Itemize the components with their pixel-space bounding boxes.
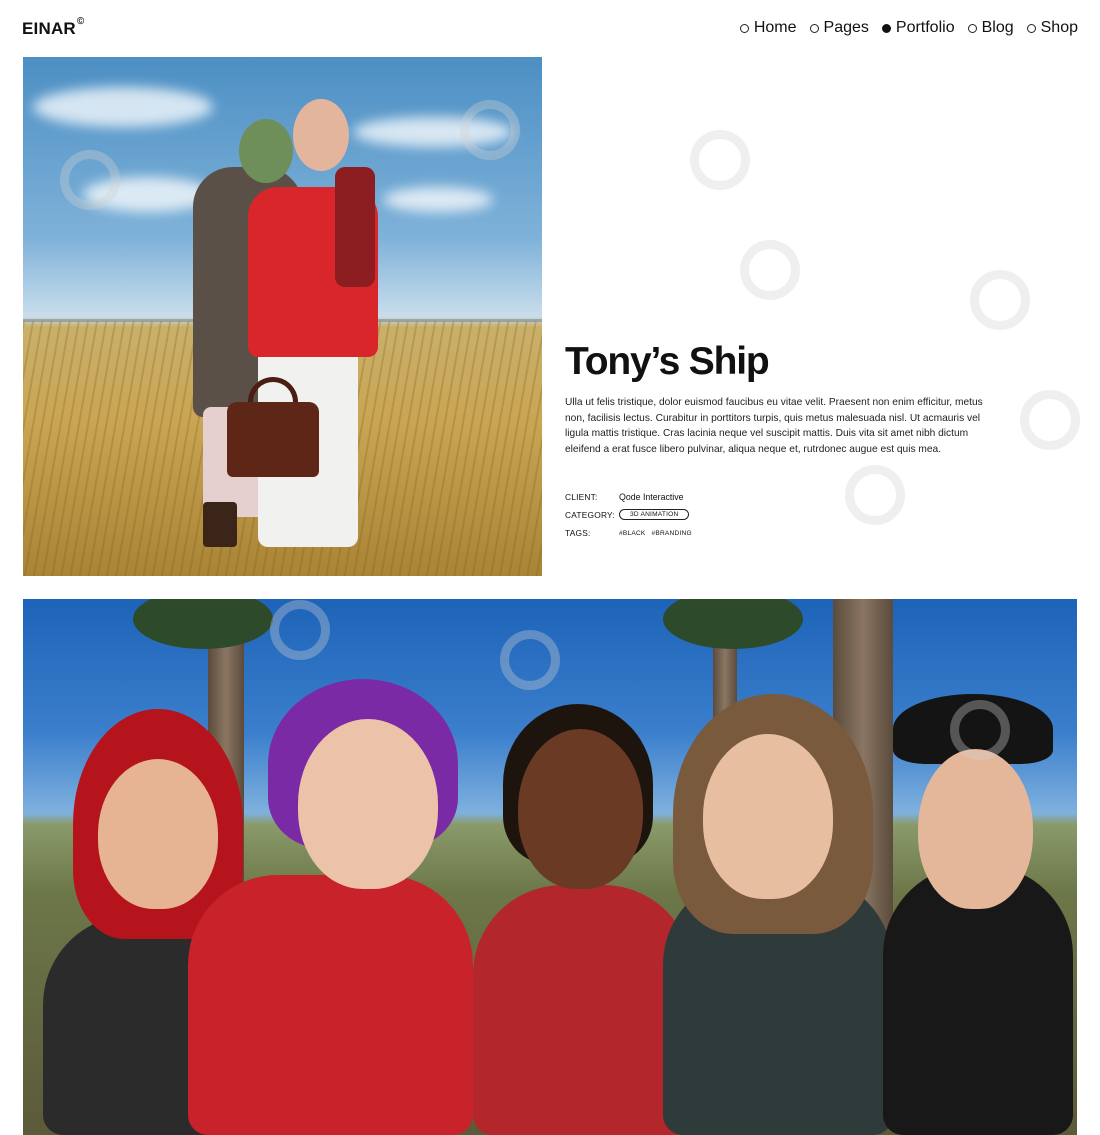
project-title: Tony’s Ship [565, 340, 770, 383]
nav-label: Shop [1040, 19, 1078, 36]
person-3-body [473, 885, 693, 1135]
nav-item-shop[interactable]: Shop [1026, 19, 1078, 37]
meta-client: CLIENT: Qode Interactive [565, 492, 684, 502]
nav-item-blog[interactable]: Blog [967, 19, 1014, 37]
tag-list: #BLACK #BRANDING [619, 530, 692, 537]
meta-category: CATEGORY: 3D ANIMATION [565, 509, 690, 520]
nav-item-home[interactable]: Home [739, 19, 797, 37]
figure-woman-boot [203, 502, 237, 547]
watermark-logo [1020, 390, 1080, 450]
logo-text: EINAR [22, 19, 76, 38]
nav-bullet-active-icon [881, 23, 891, 33]
cloud-shape [383, 187, 493, 212]
watermark-logo [970, 270, 1030, 330]
palm-crown [133, 599, 273, 649]
person-3-face [518, 729, 643, 889]
figure-scarf [335, 167, 375, 287]
meta-category-label: CATEGORY: [565, 509, 615, 520]
person-2-body [188, 875, 473, 1135]
watermark-logo [460, 100, 520, 160]
tag-link[interactable]: #BRANDING [652, 530, 692, 537]
person-2-face [298, 719, 438, 889]
nav-item-portfolio[interactable]: Portfolio [881, 19, 955, 37]
watermark-logo [60, 150, 120, 210]
nav-bullet-icon [809, 23, 819, 33]
nav-label: Portfolio [895, 19, 955, 36]
watermark-logo [845, 465, 905, 525]
figure-man-head [293, 99, 349, 171]
logo-mark: © [76, 16, 85, 28]
site-logo[interactable]: EINAR© [22, 16, 85, 39]
cloud-shape [33, 87, 213, 127]
watermark-logo [740, 240, 800, 300]
nav-label: Home [753, 19, 797, 36]
watermark-logo [500, 630, 560, 690]
palm-crown [663, 599, 803, 649]
person-5-face [918, 749, 1033, 909]
figure-woman-head [239, 119, 293, 183]
handbag [227, 402, 319, 477]
category-pill[interactable]: 3D ANIMATION [619, 509, 690, 520]
nav-item-pages[interactable]: Pages [809, 19, 869, 37]
watermark-logo [270, 600, 330, 660]
meta-tags-label: TAGS: [565, 528, 591, 538]
watermark-logo [690, 130, 750, 190]
nav-bullet-icon [1026, 23, 1036, 33]
watermark-logo [950, 700, 1010, 760]
person-1-face [98, 759, 218, 909]
nav-bullet-icon [739, 23, 749, 33]
nav-label: Blog [981, 19, 1014, 36]
meta-tags: TAGS: #BLACK #BRANDING [565, 528, 692, 538]
tag-link[interactable]: #BLACK [619, 530, 646, 537]
nav-bullet-icon [967, 23, 977, 33]
project-description: Ulla ut felis tristique, dolor euismod f… [565, 397, 983, 455]
main-nav: Home Pages Portfolio Blog Shop [739, 19, 1078, 37]
meta-client-value: Qode Interactive [619, 492, 684, 502]
person-4-face [703, 734, 833, 899]
nav-label: Pages [823, 19, 869, 36]
meta-client-label: CLIENT: [565, 492, 598, 502]
